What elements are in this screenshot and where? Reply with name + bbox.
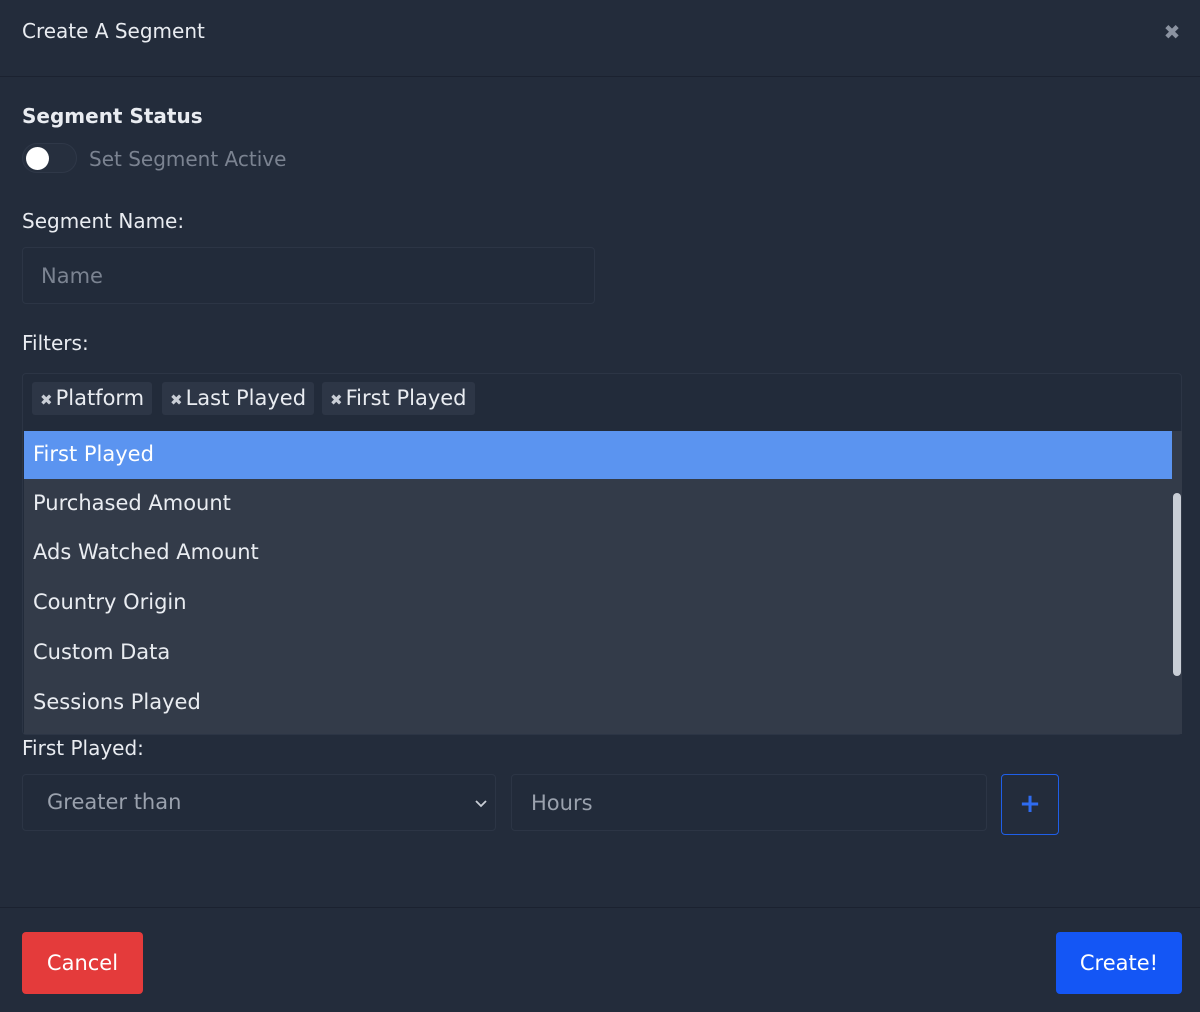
segment-status-label: Segment Status bbox=[22, 104, 203, 128]
remove-tag-icon[interactable]: ✖ bbox=[40, 384, 53, 417]
dropdown-scrollbar[interactable] bbox=[1172, 431, 1182, 734]
create-segment-modal: Create A Segment ✖ Segment Status Set Se… bbox=[0, 0, 1200, 1012]
scrollbar-thumb[interactable] bbox=[1173, 493, 1181, 676]
dropdown-option[interactable]: Sessions Played bbox=[24, 679, 1172, 727]
remove-tag-icon[interactable]: ✖ bbox=[170, 384, 183, 417]
modal-header: Create A Segment ✖ bbox=[0, 0, 1200, 77]
dropdown-option[interactable]: Custom Data bbox=[24, 629, 1172, 677]
filter-options-dropdown: First Played Purchased Amount Ads Watche… bbox=[24, 431, 1182, 734]
dropdown-option[interactable]: Ads Watched Amount bbox=[24, 529, 1172, 577]
filter-tag-platform: ✖ Platform bbox=[32, 382, 153, 417]
cancel-button[interactable]: Cancel bbox=[22, 932, 143, 994]
first-played-label: First Played: bbox=[22, 736, 144, 760]
filter-tag-label: Platform bbox=[55, 386, 145, 410]
filters-label: Filters: bbox=[22, 331, 89, 355]
modal-title: Create A Segment bbox=[22, 19, 205, 43]
operator-select[interactable]: Greater than bbox=[22, 774, 496, 831]
dropdown-option[interactable]: Country Origin bbox=[24, 579, 1172, 627]
filter-tag-label: Last Played bbox=[185, 386, 307, 410]
segment-name-input[interactable] bbox=[22, 247, 595, 304]
toggle-knob bbox=[26, 147, 49, 170]
chevron-down-icon bbox=[475, 800, 487, 808]
close-icon[interactable]: ✖ bbox=[1162, 22, 1182, 42]
dropdown-option[interactable]: Purchased Amount bbox=[24, 480, 1172, 528]
add-filter-condition-button[interactable]: + bbox=[1001, 774, 1059, 835]
operator-value: Greater than bbox=[47, 790, 182, 814]
remove-tag-icon[interactable]: ✖ bbox=[330, 384, 343, 417]
filters-multiselect[interactable]: ✖ Platform ✖ Last Played ✖ First Played Fir… bbox=[22, 373, 1182, 735]
hours-input[interactable] bbox=[511, 774, 987, 831]
create-button[interactable]: Create! bbox=[1056, 932, 1182, 994]
filter-tag-last-played: ✖ Last Played bbox=[162, 382, 315, 417]
filter-tag-label: First Played bbox=[345, 386, 467, 410]
dropdown-option[interactable]: First Played bbox=[24, 431, 1172, 479]
segment-active-toggle[interactable] bbox=[22, 143, 77, 173]
toggle-label: Set Segment Active bbox=[89, 147, 287, 171]
footer-divider bbox=[0, 907, 1200, 908]
segment-name-label: Segment Name: bbox=[22, 209, 185, 233]
filter-tag-first-played: ✖ First Played bbox=[322, 382, 475, 415]
